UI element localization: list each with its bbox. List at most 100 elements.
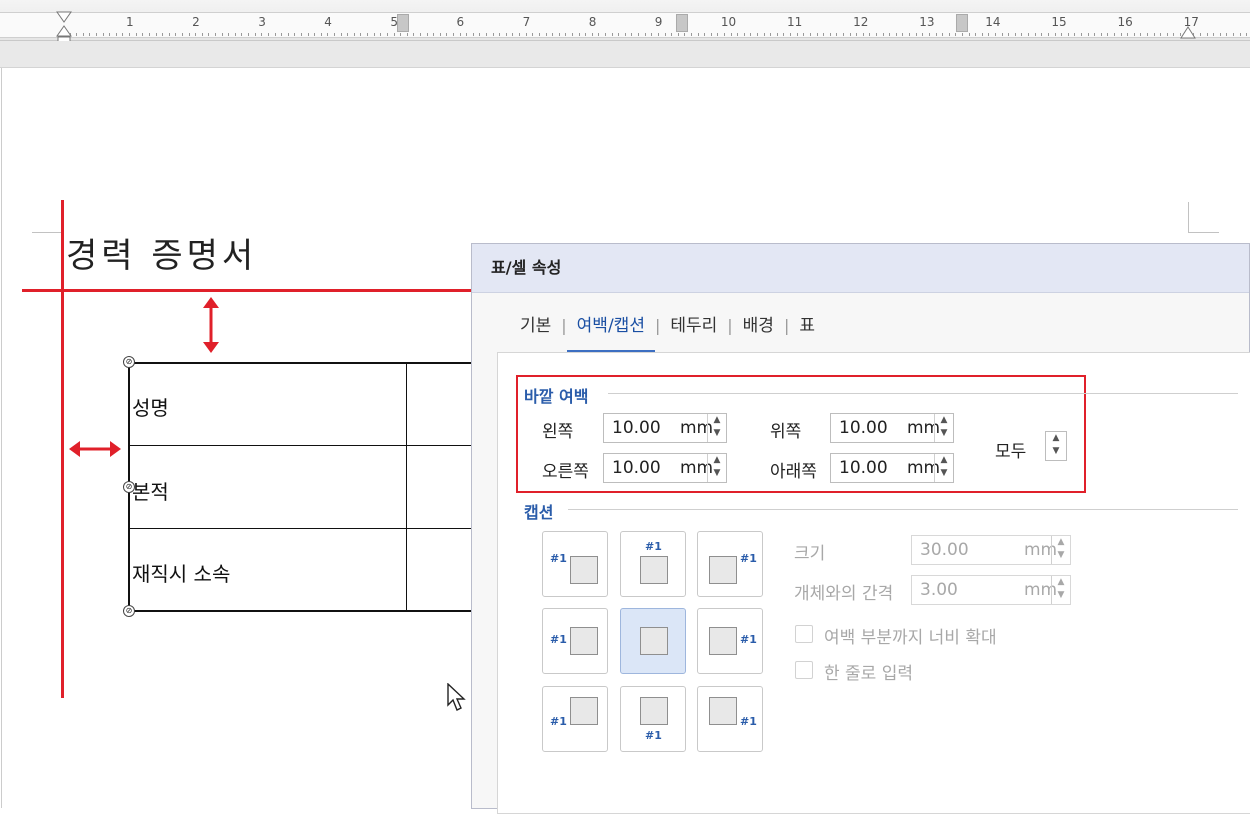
ruler-tick bbox=[479, 33, 481, 36]
ruler-tick bbox=[1113, 33, 1115, 36]
ruler-tick bbox=[320, 33, 322, 36]
table-cell-properties-dialog[interactable]: 표/셀 속성 기본 | 여백/캡션 | 테두리 | 배경 | 표 바깥 여백 왼… bbox=[471, 243, 1250, 814]
top-margin-value: 10.00 bbox=[839, 418, 888, 438]
dialog-title[interactable]: 표/셀 속성 bbox=[472, 244, 1249, 293]
ruler-tick bbox=[195, 33, 197, 36]
ruler-tick bbox=[393, 33, 395, 36]
caption-position-right[interactable]: #1 bbox=[697, 608, 763, 674]
ruler-tick bbox=[168, 33, 170, 36]
table-cell-name[interactable]: 성명 bbox=[132, 392, 169, 421]
document-title[interactable]: 경력 증명서 bbox=[66, 228, 257, 277]
tab-basic[interactable]: 기본 bbox=[510, 312, 561, 350]
tab-border[interactable]: 테두리 bbox=[660, 312, 727, 350]
tab-table[interactable]: 표 bbox=[789, 312, 825, 350]
table-handle-icon[interactable]: ⊘ bbox=[123, 605, 135, 617]
ruler-tick bbox=[406, 33, 408, 36]
ruler-column-marker[interactable] bbox=[956, 14, 968, 32]
ruler-tick bbox=[1246, 33, 1248, 36]
ruler-tick bbox=[142, 33, 144, 36]
caption-position-right-top[interactable]: #1 bbox=[697, 531, 763, 597]
table-cell-affiliation[interactable]: 재직시 소속 bbox=[132, 558, 230, 587]
ruler-tick bbox=[215, 33, 217, 36]
ruler-tick bbox=[1014, 33, 1016, 36]
caption-gap-input[interactable]: 3.00 mm ▲ ▼ bbox=[911, 575, 1071, 605]
ruler-tick bbox=[631, 33, 633, 36]
ruler-column-marker[interactable] bbox=[397, 14, 409, 32]
right-margin-spinner[interactable]: ▲ ▼ bbox=[707, 454, 726, 482]
caption-size-input[interactable]: 30.00 mm ▲ ▼ bbox=[911, 535, 1071, 565]
outer-margin-group-label: 바깥 여백 bbox=[524, 387, 589, 406]
ruler-number: 4 bbox=[324, 15, 332, 29]
ruler-tick bbox=[935, 33, 937, 36]
ruler-tick bbox=[314, 33, 316, 36]
ruler-tick bbox=[571, 33, 573, 36]
horizontal-ruler[interactable]: 1 2 3 4 5 6 7 8 9 10 11 12 13 14 15 16 17 bbox=[0, 0, 1250, 45]
caption-position-none[interactable] bbox=[620, 608, 686, 674]
table-handle-icon[interactable]: ⊘ bbox=[123, 356, 135, 368]
ruler-number: 9 bbox=[654, 15, 663, 29]
caption-position-right-bottom[interactable]: #1 bbox=[697, 686, 763, 752]
ruler-number: 10 bbox=[720, 15, 737, 29]
ruler-tick bbox=[492, 33, 494, 36]
right-margin-value: 10.00 bbox=[612, 458, 661, 478]
ruler-tick bbox=[426, 33, 428, 36]
ruler-tick bbox=[261, 33, 263, 36]
all-margins-spin-arrows[interactable]: ▲ ▼ bbox=[1046, 432, 1066, 460]
ruler-tick bbox=[287, 33, 289, 36]
single-line-label: 한 줄로 입력 bbox=[824, 664, 914, 684]
all-margins-spinner[interactable]: ▲ ▼ bbox=[1045, 431, 1067, 461]
ruler-tick bbox=[836, 33, 838, 36]
ruler-tick bbox=[942, 33, 944, 36]
top-margin-input[interactable]: 10.00 mm ▲ ▼ bbox=[830, 413, 954, 443]
left-margin-spinner[interactable]: ▲ ▼ bbox=[707, 414, 726, 442]
ruler-tick bbox=[1213, 33, 1215, 36]
document-table[interactable]: 성명 본적 재직시 소속 bbox=[128, 362, 488, 612]
tab-background[interactable]: 배경 bbox=[733, 312, 784, 350]
ruler-tick bbox=[796, 33, 798, 36]
top-margin-spinner[interactable]: ▲ ▼ bbox=[934, 414, 953, 442]
left-margin-input[interactable]: 10.00 mm ▲ ▼ bbox=[603, 413, 727, 443]
tab-margin-caption[interactable]: 여백/캡션 bbox=[566, 312, 655, 352]
ruler-tick bbox=[327, 33, 329, 36]
caption-position-bottom[interactable]: #1 bbox=[620, 686, 686, 752]
ruler-column-marker[interactable] bbox=[676, 14, 688, 32]
caption-tag: #1 bbox=[645, 540, 662, 553]
caption-size-spinner[interactable]: ▲ ▼ bbox=[1051, 536, 1070, 564]
ruler-right-indent-icon[interactable] bbox=[1180, 24, 1196, 40]
caption-position-top[interactable]: #1 bbox=[620, 531, 686, 597]
ruler-number: 2 bbox=[192, 15, 200, 29]
extend-width-checkbox[interactable] bbox=[795, 625, 813, 643]
bottom-margin-spinner[interactable]: ▲ ▼ bbox=[934, 454, 953, 482]
ruler-tick bbox=[135, 33, 137, 36]
ruler-tick bbox=[1080, 33, 1082, 36]
left-margin-label: 왼쪽 bbox=[542, 422, 574, 442]
ruler-tick bbox=[241, 33, 243, 36]
ruler-tick bbox=[532, 33, 534, 36]
ruler-number: 15 bbox=[1051, 15, 1067, 29]
caption-object-box bbox=[570, 627, 598, 655]
right-margin-input[interactable]: 10.00 mm ▲ ▼ bbox=[603, 453, 727, 483]
ruler-tick bbox=[862, 33, 864, 36]
ruler-tick bbox=[995, 33, 996, 36]
ruler-tick bbox=[254, 33, 256, 36]
table-cell-origin[interactable]: 본적 bbox=[132, 476, 169, 505]
ruler-tick bbox=[519, 33, 521, 36]
bottom-margin-label: 아래쪽 bbox=[770, 462, 817, 482]
table-handle-icon[interactable]: ⊘ bbox=[123, 481, 135, 493]
ruler-tick bbox=[274, 33, 276, 36]
caption-position-left-bottom[interactable]: #1 bbox=[542, 686, 608, 752]
ruler-tick bbox=[439, 33, 441, 36]
ruler-tick bbox=[129, 33, 131, 36]
ruler-tick bbox=[1219, 33, 1221, 36]
single-line-checkbox[interactable] bbox=[795, 661, 813, 679]
ruler-tick bbox=[849, 33, 851, 36]
caption-gap-spinner[interactable]: ▲ ▼ bbox=[1051, 576, 1070, 604]
caption-position-left-top[interactable]: #1 bbox=[542, 531, 608, 597]
ruler-tick bbox=[373, 33, 375, 36]
caption-group-label: 캡션 bbox=[524, 503, 554, 522]
caption-position-left[interactable]: #1 bbox=[542, 608, 608, 674]
ruler-tick bbox=[234, 33, 236, 36]
ruler-tick bbox=[82, 33, 84, 36]
bottom-margin-input[interactable]: 10.00 mm ▲ ▼ bbox=[830, 453, 954, 483]
ruler-tick bbox=[307, 33, 309, 36]
